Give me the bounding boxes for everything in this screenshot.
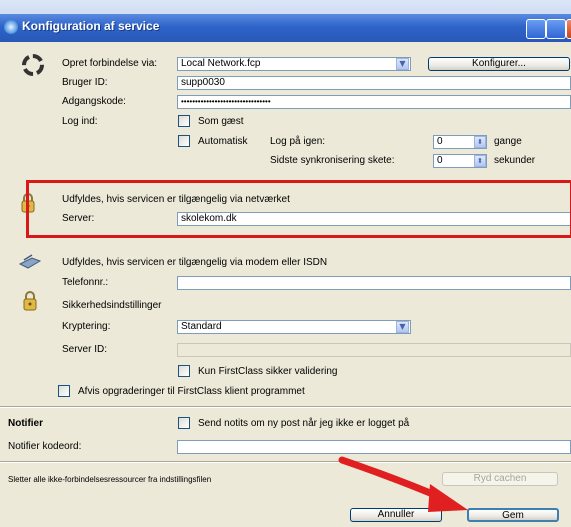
- divider: [0, 406, 571, 408]
- auto-checkbox[interactable]: [178, 135, 190, 147]
- modem-icon: [18, 254, 42, 269]
- arrow-icon: [338, 456, 468, 512]
- configure-button[interactable]: Konfigurer...: [428, 57, 570, 71]
- cache-text: Sletter alle ikke-forbindelsesressourcer…: [8, 475, 212, 484]
- notifier-heading: Notifier: [8, 418, 43, 429]
- sync-label: Sidste synkronisering skete:: [270, 155, 395, 166]
- chevron-down-icon[interactable]: ▼: [396, 321, 409, 333]
- encryption-select[interactable]: Standard: [177, 320, 411, 334]
- title-bar: Konfiguration af service: [0, 0, 571, 42]
- reject-upgrades-checkbox[interactable]: [58, 385, 70, 397]
- notifier-password-label: Notifier kodeord:: [8, 441, 82, 452]
- chevron-down-icon[interactable]: ▼: [396, 58, 409, 70]
- lock-icon: [23, 291, 37, 311]
- login-label: Log ind:: [62, 116, 98, 127]
- guest-label: Som gæst: [198, 116, 244, 127]
- password-label: Adgangskode:: [62, 96, 126, 107]
- connect-via-label: Opret forbindelse via:: [62, 58, 158, 69]
- retry-spinner[interactable]: ⬍: [474, 136, 486, 148]
- firstclass-app-icon: [4, 20, 18, 34]
- user-id-field[interactable]: supp0030: [177, 76, 571, 90]
- user-id-label: Bruger ID:: [62, 77, 108, 88]
- minimize-button[interactable]: [526, 19, 546, 39]
- send-notice-checkbox[interactable]: [178, 417, 190, 429]
- password-field[interactable]: ••••••••••••••••••••••••••••••••: [177, 95, 571, 109]
- guest-checkbox[interactable]: [178, 115, 190, 127]
- server-id-label: Server ID:: [62, 344, 108, 355]
- phone-field[interactable]: [177, 276, 571, 290]
- firstclass-only-checkbox[interactable]: [178, 365, 190, 377]
- reject-upgrades-label: Afvis opgraderinger til FirstClass klien…: [78, 386, 305, 397]
- encryption-label: Kryptering:: [62, 321, 111, 332]
- connect-via-select[interactable]: Local Network.fcp: [177, 57, 411, 71]
- modem-heading: Udfyldes, hvis servicen er tilgængelig v…: [62, 257, 328, 268]
- sync-unit: sekunder: [494, 155, 536, 166]
- firstclass-only-label: Kun FirstClass sikker validering: [198, 366, 338, 377]
- retry-label: Log på igen:: [270, 136, 326, 147]
- sync-spinner[interactable]: ⬍: [474, 155, 486, 167]
- send-notice-label: Send notits om ny post når jeg ikke er l…: [198, 418, 410, 429]
- close-button[interactable]: [566, 19, 571, 39]
- security-heading: Sikkerhedsindstillinger: [62, 300, 162, 311]
- phone-label: Telefonnr.:: [62, 277, 109, 288]
- maximize-button[interactable]: [546, 19, 566, 39]
- window-title: Konfiguration af service: [22, 19, 160, 33]
- red-highlight-box: [26, 180, 571, 238]
- connection-icon: [22, 54, 44, 76]
- server-id-field[interactable]: [177, 343, 571, 357]
- retry-unit: gange: [494, 136, 522, 147]
- auto-label: Automatisk: [198, 136, 248, 147]
